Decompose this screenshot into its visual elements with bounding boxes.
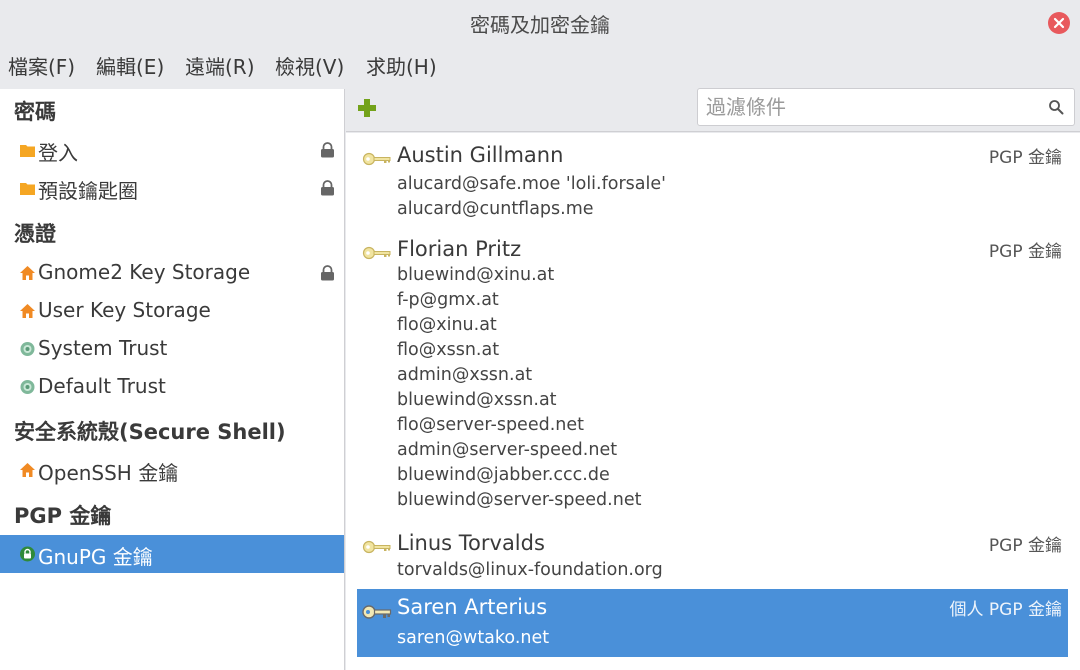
key-email: bluewind@jabber.ccc.de: [397, 465, 610, 485]
sidebar-item-openssh-keys[interactable]: OpenSSH 金鑰: [0, 451, 344, 489]
menu-bar: 檔案(F) 編輯(E) 遠端(R) 檢視(V) 求助(H): [0, 46, 1080, 82]
menu-edit[interactable]: 編輯(E): [96, 51, 164, 80]
menu-remote[interactable]: 遠端(R): [185, 51, 255, 80]
personal-key-icon: [362, 605, 392, 619]
key-row-saren-arterius[interactable]: Saren Arterius 個人 PGP 金鑰 saren@wtako.net: [357, 589, 1068, 657]
key-row-linus-torvalds[interactable]: Linus Torvalds PGP 金鑰 torvalds@linux-fou…: [357, 525, 1068, 589]
key-email: flo@xssn.at: [397, 340, 500, 360]
trust-icon: [20, 342, 35, 356]
sidebar-item-system-trust[interactable]: System Trust: [0, 330, 344, 368]
key-email: flo@server-speed.net: [397, 415, 584, 435]
key-icon: [362, 152, 391, 166]
sidebar-item-label: GnuPG 金鑰: [38, 545, 153, 569]
key-email: bluewind@server-speed.net: [397, 490, 642, 510]
filter-box: [697, 88, 1075, 126]
key-name: Linus Torvalds: [397, 531, 545, 555]
sidebar-item-gnupg-keys[interactable]: GnuPG 金鑰: [0, 535, 344, 573]
folder-icon: [20, 183, 35, 195]
key-type: PGP 金鑰: [988, 148, 1062, 168]
key-email: admin@xssn.at: [397, 365, 533, 385]
key-email: f-p@gmx.at: [397, 290, 499, 310]
key-email: saren@wtako.net: [397, 628, 550, 648]
heading-certificates: 憑證: [14, 222, 56, 246]
key-row-florian-pritz[interactable]: Florian Pritz PGP 金鑰 bluewind@xinu.at f-…: [357, 231, 1068, 519]
gnupg-lock-icon: [20, 546, 35, 562]
key-type: PGP 金鑰: [988, 536, 1062, 556]
lock-icon: [321, 180, 334, 196]
title-bar: 密碼及加密金鑰: [0, 0, 1080, 44]
key-email: flo@xinu.at: [397, 315, 497, 335]
key-email: alucard@safe.moe 'loli.forsale': [397, 174, 666, 194]
close-button[interactable]: [1048, 12, 1070, 34]
sidebar-item-default-trust[interactable]: Default Trust: [0, 368, 344, 406]
sidebar-item-default-keyring[interactable]: 預設鑰匙圈: [0, 169, 344, 207]
trust-icon: [20, 380, 35, 394]
key-row-austin-gillmann[interactable]: Austin Gillmann PGP 金鑰 alucard@safe.moe …: [357, 137, 1068, 227]
key-name: Saren Arterius: [397, 595, 548, 619]
menu-help[interactable]: 求助(H): [366, 51, 437, 80]
sidebar-item-label: OpenSSH 金鑰: [38, 461, 179, 485]
search-icon[interactable]: [1048, 99, 1064, 115]
sidebar: 密碼 登入 預設鑰匙圈 憑證 Gnome2 Key Storage User K…: [0, 89, 345, 670]
sidebar-item-user-key-storage[interactable]: User Key Storage: [0, 292, 344, 330]
lock-icon: [321, 265, 334, 281]
key-name: Florian Pritz: [397, 237, 522, 261]
heading-secure-shell: 安全系統殼(Secure Shell): [14, 420, 286, 444]
key-email: alucard@cuntflaps.me: [397, 199, 594, 219]
window-title: 密碼及加密金鑰: [470, 13, 610, 37]
key-email: bluewind@xinu.at: [397, 265, 555, 285]
key-icon: [362, 246, 391, 260]
key-email: admin@server-speed.net: [397, 440, 618, 460]
sidebar-item-label: Gnome2 Key Storage: [38, 260, 251, 284]
sidebar-item-login[interactable]: 登入: [0, 131, 344, 169]
toolbar: [346, 84, 1080, 132]
plus-icon[interactable]: [356, 97, 378, 119]
key-name: Austin Gillmann: [397, 143, 564, 167]
home-icon: [20, 266, 35, 280]
sidebar-item-label: User Key Storage: [38, 298, 211, 322]
sidebar-item-label: 登入: [38, 141, 78, 165]
sidebar-item-label: System Trust: [38, 336, 168, 360]
sidebar-item-label: 預設鑰匙圈: [38, 179, 138, 203]
key-icon: [362, 540, 391, 554]
key-type: 個人 PGP 金鑰: [949, 600, 1062, 620]
sidebar-item-gnome2-key-storage[interactable]: Gnome2 Key Storage: [0, 254, 344, 292]
menu-view[interactable]: 檢視(V): [275, 51, 344, 80]
key-type: PGP 金鑰: [988, 242, 1062, 262]
key-list: Austin Gillmann PGP 金鑰 alucard@safe.moe …: [346, 133, 1080, 670]
close-icon: [1053, 17, 1065, 29]
menu-file[interactable]: 檔案(F): [8, 51, 75, 80]
home-icon: [20, 304, 35, 318]
key-email: bluewind@xssn.at: [397, 390, 557, 410]
key-email: torvalds@linux-foundation.org: [397, 560, 663, 580]
heading-passwords: 密碼: [14, 100, 56, 124]
heading-pgp-keys: PGP 金鑰: [14, 504, 112, 528]
lock-icon: [321, 142, 334, 158]
home-icon: [20, 463, 35, 477]
folder-icon: [20, 145, 35, 157]
sidebar-item-label: Default Trust: [38, 374, 166, 398]
filter-input[interactable]: [706, 93, 1036, 121]
